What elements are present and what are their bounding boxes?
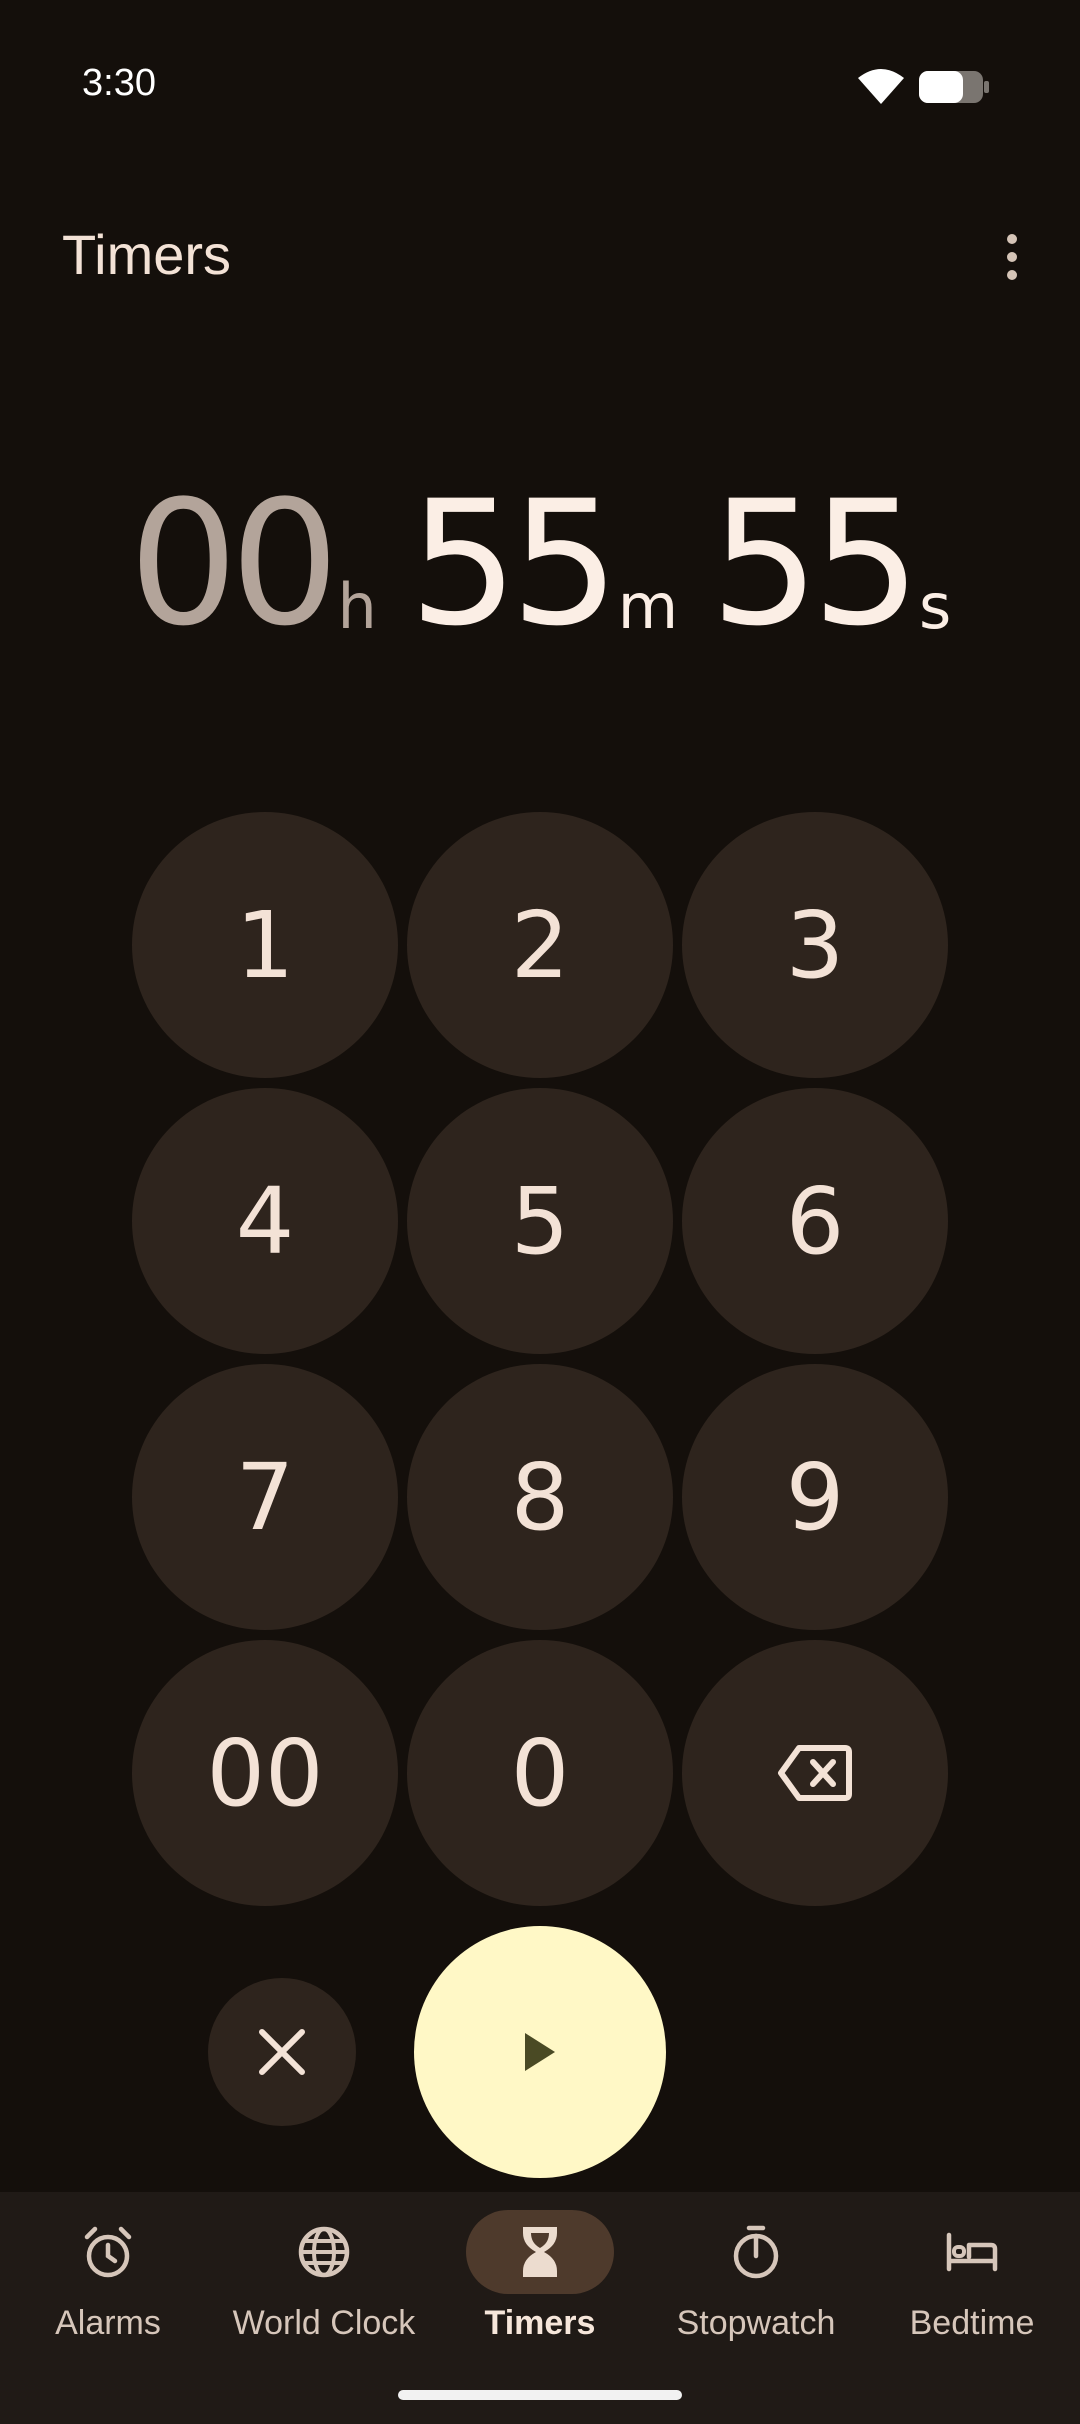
key-0[interactable]: 0 — [407, 1640, 673, 1906]
bed-icon — [946, 2232, 998, 2272]
nav-label-timers: Timers — [484, 2304, 596, 2342]
play-icon — [525, 2033, 555, 2071]
wifi-icon — [858, 69, 904, 104]
backspace-button[interactable] — [682, 1640, 948, 1906]
minutes-value: 55 — [408, 463, 620, 664]
seconds-field: 55 s — [710, 478, 951, 650]
hourglass-icon — [523, 2227, 557, 2277]
nav-label-world-clock: World Clock — [232, 2304, 416, 2342]
key-4[interactable]: 4 — [132, 1088, 398, 1354]
seconds-unit: s — [919, 570, 952, 643]
timer-display: 00 h 55 m 55 s — [0, 470, 1080, 650]
nav-label-stopwatch: Stopwatch — [676, 2304, 836, 2342]
key-9[interactable]: 9 — [682, 1364, 948, 1630]
key-6[interactable]: 6 — [682, 1088, 948, 1354]
stopwatch-icon — [733, 2225, 779, 2279]
alarm-icon-wrap — [34, 2210, 182, 2294]
key-1[interactable]: 1 — [132, 812, 398, 1078]
page-title: Timers — [62, 223, 232, 286]
home-indicator[interactable] — [398, 2390, 682, 2400]
stopwatch-icon-wrap — [682, 2210, 830, 2294]
alarm-icon — [84, 2226, 132, 2278]
status-bar: 3:30 — [0, 0, 1080, 140]
more-options-icon[interactable] — [990, 226, 1034, 288]
minutes-field: 55 m — [409, 478, 678, 650]
minutes-unit: m — [617, 570, 679, 643]
backspace-icon — [778, 1745, 852, 1801]
battery-icon — [919, 71, 989, 103]
key-2[interactable]: 2 — [407, 812, 673, 1078]
bed-icon-wrap — [898, 2210, 1046, 2294]
key-5[interactable]: 5 — [407, 1088, 673, 1354]
key-00[interactable]: 00 — [132, 1640, 398, 1906]
hours-value: 00 — [128, 463, 340, 664]
hourglass-icon-wrap — [466, 2210, 614, 2294]
seconds-value: 55 — [710, 463, 921, 664]
hours-field: 00 h — [129, 478, 377, 650]
start-button[interactable] — [414, 1926, 666, 2178]
hours-unit: h — [337, 570, 377, 643]
clear-button[interactable] — [208, 1978, 356, 2126]
key-7[interactable]: 7 — [132, 1364, 398, 1630]
nav-label-bedtime: Bedtime — [909, 2304, 1035, 2342]
nav-item-bedtime[interactable]: Bedtime — [864, 2192, 1080, 2424]
key-3[interactable]: 3 — [682, 812, 948, 1078]
nav-item-alarms[interactable]: Alarms — [0, 2192, 216, 2424]
globe-icon — [298, 2226, 350, 2278]
nav-item-world-clock[interactable]: World Clock — [216, 2192, 432, 2424]
nav-label-alarms: Alarms — [55, 2304, 161, 2342]
key-8[interactable]: 8 — [407, 1364, 673, 1630]
nav-item-stopwatch[interactable]: Stopwatch — [648, 2192, 864, 2424]
close-icon — [259, 2029, 305, 2075]
status-time: 3:30 — [82, 62, 156, 104]
globe-icon-wrap — [250, 2210, 398, 2294]
